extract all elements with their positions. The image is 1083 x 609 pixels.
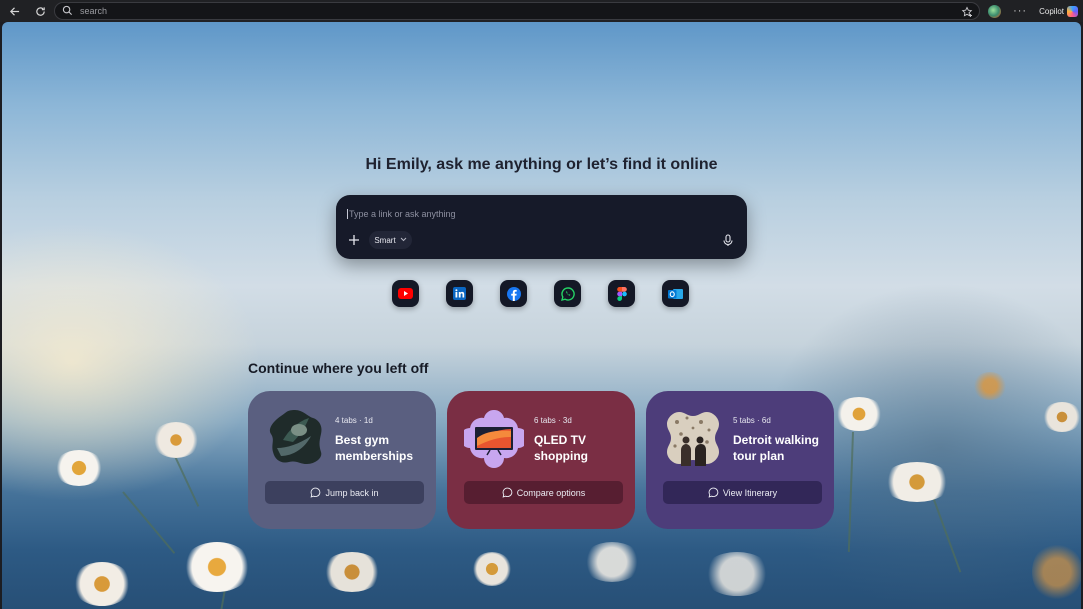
shortcut-facebook[interactable] [500,280,527,307]
card-meta: 5 tabs · 6d [733,416,771,425]
shortcut-figma[interactable] [608,280,635,307]
refresh-icon [35,6,45,16]
copilot-button[interactable]: Copilot [1039,5,1078,17]
copilot-label: Copilot [1039,6,1064,16]
shortcut-tiles [392,280,689,307]
outlook-icon [668,288,683,299]
search-box[interactable]: Type a link or ask anything Smart [336,195,747,259]
chevron-down-icon [400,237,407,244]
figma-icon [616,286,627,301]
linkedin-icon [453,287,466,300]
add-attachment-button[interactable] [346,232,362,248]
card-title: Best gym memberships [335,433,414,463]
continue-card-detroit[interactable]: 5 tabs · 6d Detroit walking tour plan Vi… [646,391,834,529]
address-placeholder: search [80,6,108,16]
address-bar[interactable]: search [54,2,980,20]
card-action-label: Compare options [516,487,586,498]
whatsapp-icon [560,286,575,301]
microphone-button[interactable] [721,233,735,247]
compare-options-button[interactable]: Compare options [464,481,623,504]
youtube-icon [398,288,413,299]
card-meta: 4 tabs · 1d [335,416,373,425]
shortcut-youtube[interactable] [392,280,419,307]
mode-selector-label: Smart [374,235,396,245]
card-action-label: View Itinerary [722,487,778,498]
facebook-icon [506,286,521,301]
tv-thumbnail [460,408,528,468]
search-icon [62,5,74,17]
copilot-icon [1067,5,1078,17]
continue-card-gym[interactable]: 4 tabs · 1d Best gym memberships Jump ba… [248,391,436,529]
card-action-label: Jump back in [325,487,379,498]
microphone-icon [723,233,733,246]
jump-back-in-button[interactable]: Jump back in [265,481,424,504]
card-title: Detroit walking tour plan [733,433,820,463]
plus-icon [349,235,359,245]
more-options-button[interactable]: ··· [1013,5,1027,17]
chat-bubble-icon [311,487,321,498]
add-favorite-icon[interactable] [961,6,973,18]
new-tab-page: Hi Emily, ask me anything or let’s find … [2,22,1081,609]
refresh-button[interactable] [32,3,48,19]
shortcut-linkedin[interactable] [446,280,473,307]
chat-bubble-icon [708,487,719,498]
continue-card-tv[interactable]: 6 tabs · 3d QLED TV shopping Compare opt… [447,391,635,529]
back-button[interactable] [6,3,22,19]
card-meta: 6 tabs · 3d [534,416,572,425]
continue-heading: Continue where you left off [248,360,429,376]
shortcut-whatsapp[interactable] [554,280,581,307]
shortcut-outlook[interactable] [662,280,689,307]
card-title: QLED TV shopping [534,433,588,463]
view-itinerary-button[interactable]: View Itinerary [663,481,822,504]
profile-avatar[interactable] [988,4,1002,18]
greeting-heading: Hi Emily, ask me anything or let’s find … [365,156,718,173]
arrow-left-icon [9,6,19,16]
chat-bubble-icon [502,487,513,498]
background-glow [2,222,262,502]
detroit-thumbnail [663,408,723,468]
gym-thumbnail [265,408,325,468]
search-input[interactable]: Type a link or ask anything [347,209,456,219]
browser-toolbar: search ··· Copilot [0,0,1083,22]
mode-selector[interactable]: Smart [369,231,412,249]
